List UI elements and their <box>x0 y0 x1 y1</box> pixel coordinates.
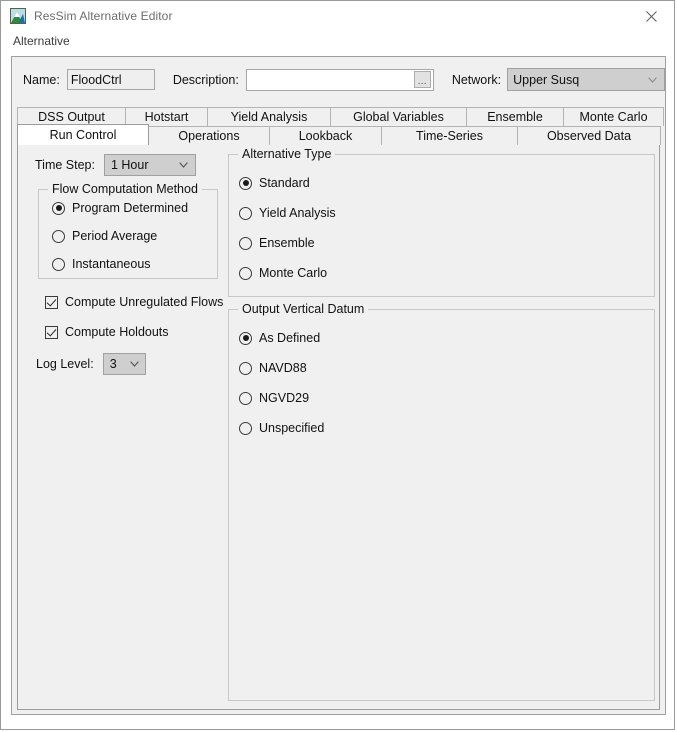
menu-bar: Alternative <box>1 31 674 51</box>
radio-icon <box>239 176 252 190</box>
radio-monte-carlo[interactable]: Monte Carlo <box>239 266 327 280</box>
radio-instantaneous[interactable]: Instantaneous <box>52 257 151 271</box>
radio-icon <box>239 236 252 250</box>
ressim-alternative-editor-window: ResSim Alternative Editor Alternative Na… <box>0 0 675 730</box>
tab-time-series[interactable]: Time-Series <box>381 126 518 145</box>
radio-program-determined[interactable]: Program Determined <box>52 201 188 215</box>
radio-icon <box>239 361 252 375</box>
description-browse-button[interactable]: ... <box>413 71 431 88</box>
radio-label: Ensemble <box>259 236 315 250</box>
radio-label: Program Determined <box>72 201 189 215</box>
tab-ensemble[interactable]: Ensemble <box>466 107 564 126</box>
radio-as-defined[interactable]: As Defined <box>239 331 320 345</box>
radio-icon <box>52 257 65 271</box>
radio-label: NAVD88 <box>259 361 307 375</box>
checkbox-label: Compute Holdouts <box>65 325 169 339</box>
radio-icon <box>239 331 252 345</box>
description-input[interactable] <box>246 69 414 90</box>
time-step-label: Time Step: <box>35 158 95 172</box>
alternative-form-row: Name: Description: ... Network: Upper Su… <box>12 57 665 102</box>
time-step-combobox-value: 1 Hour <box>110 158 149 172</box>
time-step-row: Time Step: 1 Hour <box>35 154 196 176</box>
radio-icon <box>239 391 252 405</box>
radio-label: Yield Analysis <box>259 206 336 220</box>
title-bar: ResSim Alternative Editor <box>1 1 674 31</box>
radio-label: Period Average <box>72 229 158 243</box>
tab-operations[interactable]: Operations <box>148 126 270 145</box>
close-button[interactable] <box>628 1 674 31</box>
alternative-type-title: Alternative Type <box>238 147 336 161</box>
radio-ngvd29[interactable]: NGVD29 <box>239 391 309 405</box>
checkbox-compute-holdouts[interactable]: Compute Holdouts <box>45 325 169 339</box>
tab-strip: DSS Output Hotstart Yield Analysis Globa… <box>17 107 664 145</box>
log-level-row: Log Level: 3 <box>36 353 146 375</box>
tab-monte-carlo[interactable]: Monte Carlo <box>563 107 664 126</box>
alternative-type-group: Alternative Type Standard Yield Analysis… <box>228 147 655 297</box>
checkbox-label: Compute Unregulated Flows <box>65 295 224 309</box>
name-input[interactable] <box>66 69 155 90</box>
radio-icon <box>239 206 252 220</box>
network-combobox[interactable]: Upper Susq <box>507 68 665 91</box>
run-control-content: Time Step: 1 Hour Flow Computation Metho… <box>18 145 659 709</box>
checkbox-icon <box>45 295 58 309</box>
radio-navd88[interactable]: NAVD88 <box>239 361 307 375</box>
network-label: Network: <box>451 72 502 87</box>
tab-global-variables[interactable]: Global Variables <box>330 107 467 126</box>
flow-computation-method-title: Flow Computation Method <box>48 182 202 196</box>
flow-computation-method-group: Flow Computation Method Program Determin… <box>38 182 218 279</box>
content-panel: Name: Description: ... Network: Upper Su… <box>11 56 666 715</box>
radio-unspecified[interactable]: Unspecified <box>239 421 324 435</box>
tab-observed-data[interactable]: Observed Data <box>517 126 661 145</box>
chevron-down-icon <box>179 162 188 168</box>
menu-item-alternative[interactable]: Alternative <box>10 33 73 49</box>
tab-yield-analysis[interactable]: Yield Analysis <box>207 107 331 126</box>
output-vertical-datum-group: Output Vertical Datum As Defined NAVD88 … <box>228 302 655 701</box>
description-label: Description: <box>172 72 239 87</box>
radio-label: Standard <box>259 176 310 190</box>
log-level-combobox-value: 3 <box>109 357 117 371</box>
run-control-tab-panel: Time Step: 1 Hour Flow Computation Metho… <box>17 145 660 710</box>
radio-icon <box>52 201 65 215</box>
radio-label: NGVD29 <box>259 391 310 405</box>
checkbox-icon <box>45 325 58 339</box>
radio-period-average[interactable]: Period Average <box>52 229 157 243</box>
network-combobox-value: Upper Susq <box>513 72 580 87</box>
tab-lookback[interactable]: Lookback <box>269 126 382 145</box>
close-icon <box>645 10 657 22</box>
radio-yield-analysis[interactable]: Yield Analysis <box>239 206 336 220</box>
radio-label: Unspecified <box>259 421 325 435</box>
tab-run-control[interactable]: Run Control <box>17 124 149 145</box>
radio-label: Instantaneous <box>72 257 151 271</box>
description-field-wrapper: ... <box>245 68 434 91</box>
radio-label: As Defined <box>259 331 321 345</box>
name-label: Name: <box>23 72 60 87</box>
radio-icon <box>52 229 65 243</box>
radio-ensemble[interactable]: Ensemble <box>239 236 315 250</box>
radio-icon <box>239 421 252 435</box>
log-level-combobox[interactable]: 3 <box>102 353 146 375</box>
output-vertical-datum-title: Output Vertical Datum <box>238 302 369 316</box>
radio-icon <box>239 266 252 280</box>
chevron-down-icon <box>129 361 139 367</box>
tab-row-bottom: Run Control Operations Lookback Time-Ser… <box>17 124 662 145</box>
time-step-combobox[interactable]: 1 Hour <box>103 154 196 176</box>
log-level-label: Log Level: <box>36 357 94 371</box>
app-icon <box>10 8 26 24</box>
radio-label: Monte Carlo <box>259 266 328 280</box>
window-title: ResSim Alternative Editor <box>34 9 173 23</box>
chevron-down-icon <box>648 76 657 83</box>
radio-standard[interactable]: Standard <box>239 176 310 190</box>
checkbox-compute-unregulated-flows[interactable]: Compute Unregulated Flows <box>45 295 223 309</box>
